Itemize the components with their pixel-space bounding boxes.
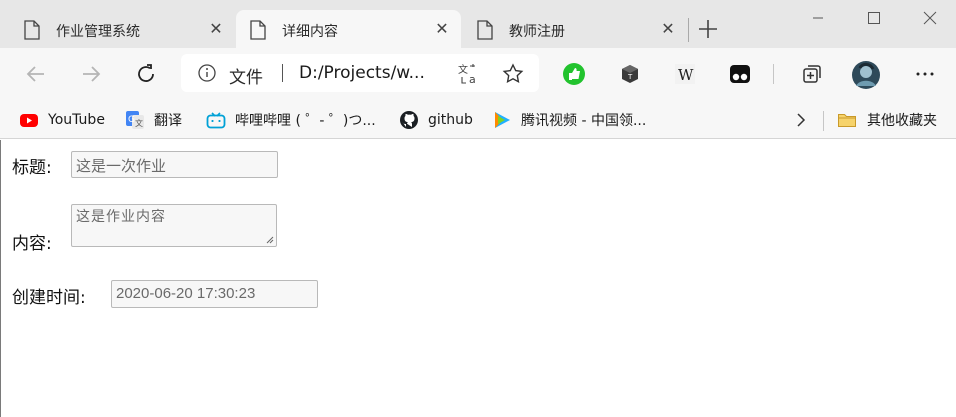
bookmark-label: 翻译 bbox=[154, 113, 182, 129]
bookmark-bilibili[interactable]: 哔哩哔哩 ( ゜- ゜)つ... bbox=[206, 108, 376, 132]
close-tab-icon[interactable]: ✕ bbox=[660, 21, 676, 37]
refresh-icon[interactable] bbox=[134, 62, 158, 86]
tab-title: 详细内容 bbox=[282, 24, 338, 40]
forward-arrow-icon[interactable] bbox=[79, 62, 103, 86]
github-icon bbox=[400, 111, 418, 129]
google-translate-icon: G 文 bbox=[126, 111, 144, 129]
close-tab-icon[interactable]: ✕ bbox=[208, 21, 224, 37]
translate-icon[interactable]: 文 a bbox=[457, 62, 481, 86]
tab-strip: 作业管理系统 ✕ 详细内容 ✕ 教师注册 ✕ bbox=[0, 0, 956, 48]
bookmark-github[interactable]: github bbox=[399, 108, 473, 132]
info-icon[interactable] bbox=[197, 63, 217, 83]
bookmark-youtube[interactable]: YouTube bbox=[19, 108, 105, 132]
page-content: 标题: 这是一次作业 内容: 这是作业内容 创建时间: 2020-06-20 1… bbox=[0, 140, 956, 417]
url-text[interactable]: D:/Projects/w... bbox=[299, 63, 425, 83]
created-time-field[interactable]: 2020-06-20 17:30:23 bbox=[111, 280, 318, 308]
navigation-toolbar: 文件 D:/Projects/w... 文 a T W bbox=[0, 48, 956, 102]
tab-divider bbox=[688, 18, 689, 42]
bookmark-label: 腾讯视频 - 中国领... bbox=[521, 113, 647, 129]
folder-icon bbox=[838, 114, 856, 127]
wikipedia-extension-icon[interactable]: W bbox=[673, 62, 697, 86]
minimize-icon[interactable] bbox=[808, 8, 828, 28]
tampermonkey-extension-icon[interactable] bbox=[728, 62, 752, 86]
bookmark-tencent-video[interactable]: 腾讯视频 - 中国领... bbox=[492, 108, 646, 132]
document-icon bbox=[477, 20, 493, 40]
content-text: 这是作业内容 bbox=[76, 209, 166, 225]
svg-text:文: 文 bbox=[458, 63, 468, 76]
more-options-icon[interactable] bbox=[913, 62, 937, 86]
bookmark-translate[interactable]: G 文 翻译 bbox=[125, 108, 182, 132]
youtube-icon bbox=[20, 114, 38, 127]
collections-icon[interactable] bbox=[800, 62, 824, 86]
content-textarea[interactable]: 这是作业内容 bbox=[71, 204, 277, 247]
address-divider bbox=[282, 64, 283, 82]
new-tab-icon[interactable] bbox=[697, 18, 719, 40]
maximize-icon[interactable] bbox=[864, 8, 884, 28]
tencent-video-icon bbox=[495, 112, 510, 128]
bilibili-icon bbox=[206, 112, 226, 129]
title-field[interactable]: 这是一次作业 bbox=[71, 151, 278, 178]
bookmark-label: github bbox=[428, 112, 473, 128]
tab-title: 教师注册 bbox=[509, 24, 565, 40]
tab-title: 作业管理系统 bbox=[56, 24, 140, 40]
bookmark-label: 其他收藏夹 bbox=[867, 113, 937, 129]
chevron-right-icon[interactable] bbox=[793, 110, 809, 130]
bookmark-label: 哔哩哔哩 ( ゜- ゜)つ... bbox=[235, 113, 376, 129]
svg-text:a: a bbox=[469, 73, 476, 86]
svg-text:T: T bbox=[627, 73, 633, 81]
profile-avatar-icon[interactable] bbox=[851, 60, 881, 90]
document-icon bbox=[24, 20, 40, 40]
site-security-label: 文件 bbox=[229, 68, 263, 88]
svg-text:文: 文 bbox=[135, 118, 143, 128]
content-label: 内容: bbox=[12, 234, 52, 254]
other-favorites[interactable]: 其他收藏夹 bbox=[837, 108, 937, 132]
thumbs-up-extension-icon[interactable] bbox=[562, 62, 586, 86]
address-bar[interactable]: 文件 D:/Projects/w... 文 a bbox=[181, 54, 539, 92]
bookmark-divider bbox=[823, 111, 824, 131]
title-label: 标题: bbox=[12, 158, 52, 178]
svg-text:W: W bbox=[678, 66, 694, 84]
toolbar-divider bbox=[773, 64, 774, 84]
favorites-bar: YouTube G 文 翻译 哔哩哔哩 ( ゜- ゜)つ... github 腾… bbox=[0, 102, 956, 139]
tab-teacher-register[interactable]: 教师注册 ✕ bbox=[463, 10, 688, 48]
created-time-label: 创建时间: bbox=[12, 288, 86, 308]
tab-detail-content[interactable]: 详细内容 ✕ bbox=[236, 10, 461, 48]
close-tab-icon[interactable]: ✕ bbox=[434, 21, 450, 37]
resize-grip-icon[interactable] bbox=[265, 235, 274, 244]
document-icon bbox=[250, 20, 266, 40]
cube-extension-icon[interactable]: T bbox=[618, 62, 642, 86]
tab-homework-system[interactable]: 作业管理系统 ✕ bbox=[0, 10, 232, 48]
back-arrow-icon[interactable] bbox=[24, 62, 48, 86]
window-close-icon[interactable] bbox=[920, 8, 940, 28]
favorite-star-icon[interactable] bbox=[501, 62, 525, 86]
svg-text:G: G bbox=[128, 115, 135, 125]
bookmark-label: YouTube bbox=[48, 112, 105, 128]
